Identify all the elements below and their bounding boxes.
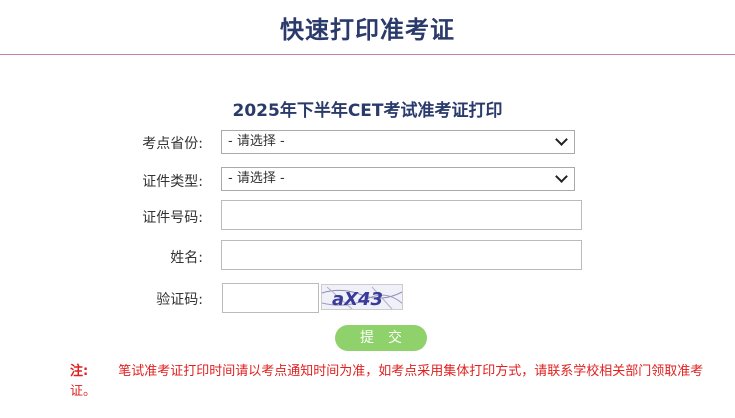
captcha-text: aX43 [332, 289, 383, 310]
cert-type-label: 证件类型: [142, 174, 203, 190]
cert-number-input[interactable] [221, 200, 582, 230]
cert-type-select-value: - 请选择 - [228, 171, 285, 186]
chevron-down-icon [555, 133, 568, 146]
captcha-image[interactable]: aX43 [321, 284, 403, 310]
province-select-value: - 请选择 - [228, 134, 285, 149]
captcha-label: 验证码: [156, 292, 203, 308]
page-title: 快速打印准考证 [280, 16, 455, 44]
title-divider [0, 54, 735, 55]
form-title: 2025年下半年CET考试准考证打印 [232, 101, 503, 121]
name-input[interactable] [221, 240, 582, 270]
captcha-graphic: aX43 [322, 286, 402, 310]
notice-tag: 注: [70, 364, 89, 379]
notice-text: 注: 笔试准考证打印时间请以考点通知时间为准，如考点采用集体打印方式，请联系学校相… [70, 362, 710, 402]
cert-type-select[interactable]: - 请选择 - [221, 167, 575, 191]
cert-number-label: 证件号码: [142, 210, 203, 226]
name-label: 姓名: [170, 250, 203, 266]
notice-body: 笔试准考证打印时间请以考点通知时间为准，如考点采用集体打印方式，请联系学校相关部… [70, 364, 704, 399]
province-select[interactable]: - 请选择 - [221, 130, 575, 154]
submit-button[interactable]: 提交 [335, 325, 427, 351]
captcha-input[interactable] [222, 283, 319, 313]
chevron-down-icon [555, 170, 568, 183]
province-label: 考点省份: [142, 136, 203, 152]
